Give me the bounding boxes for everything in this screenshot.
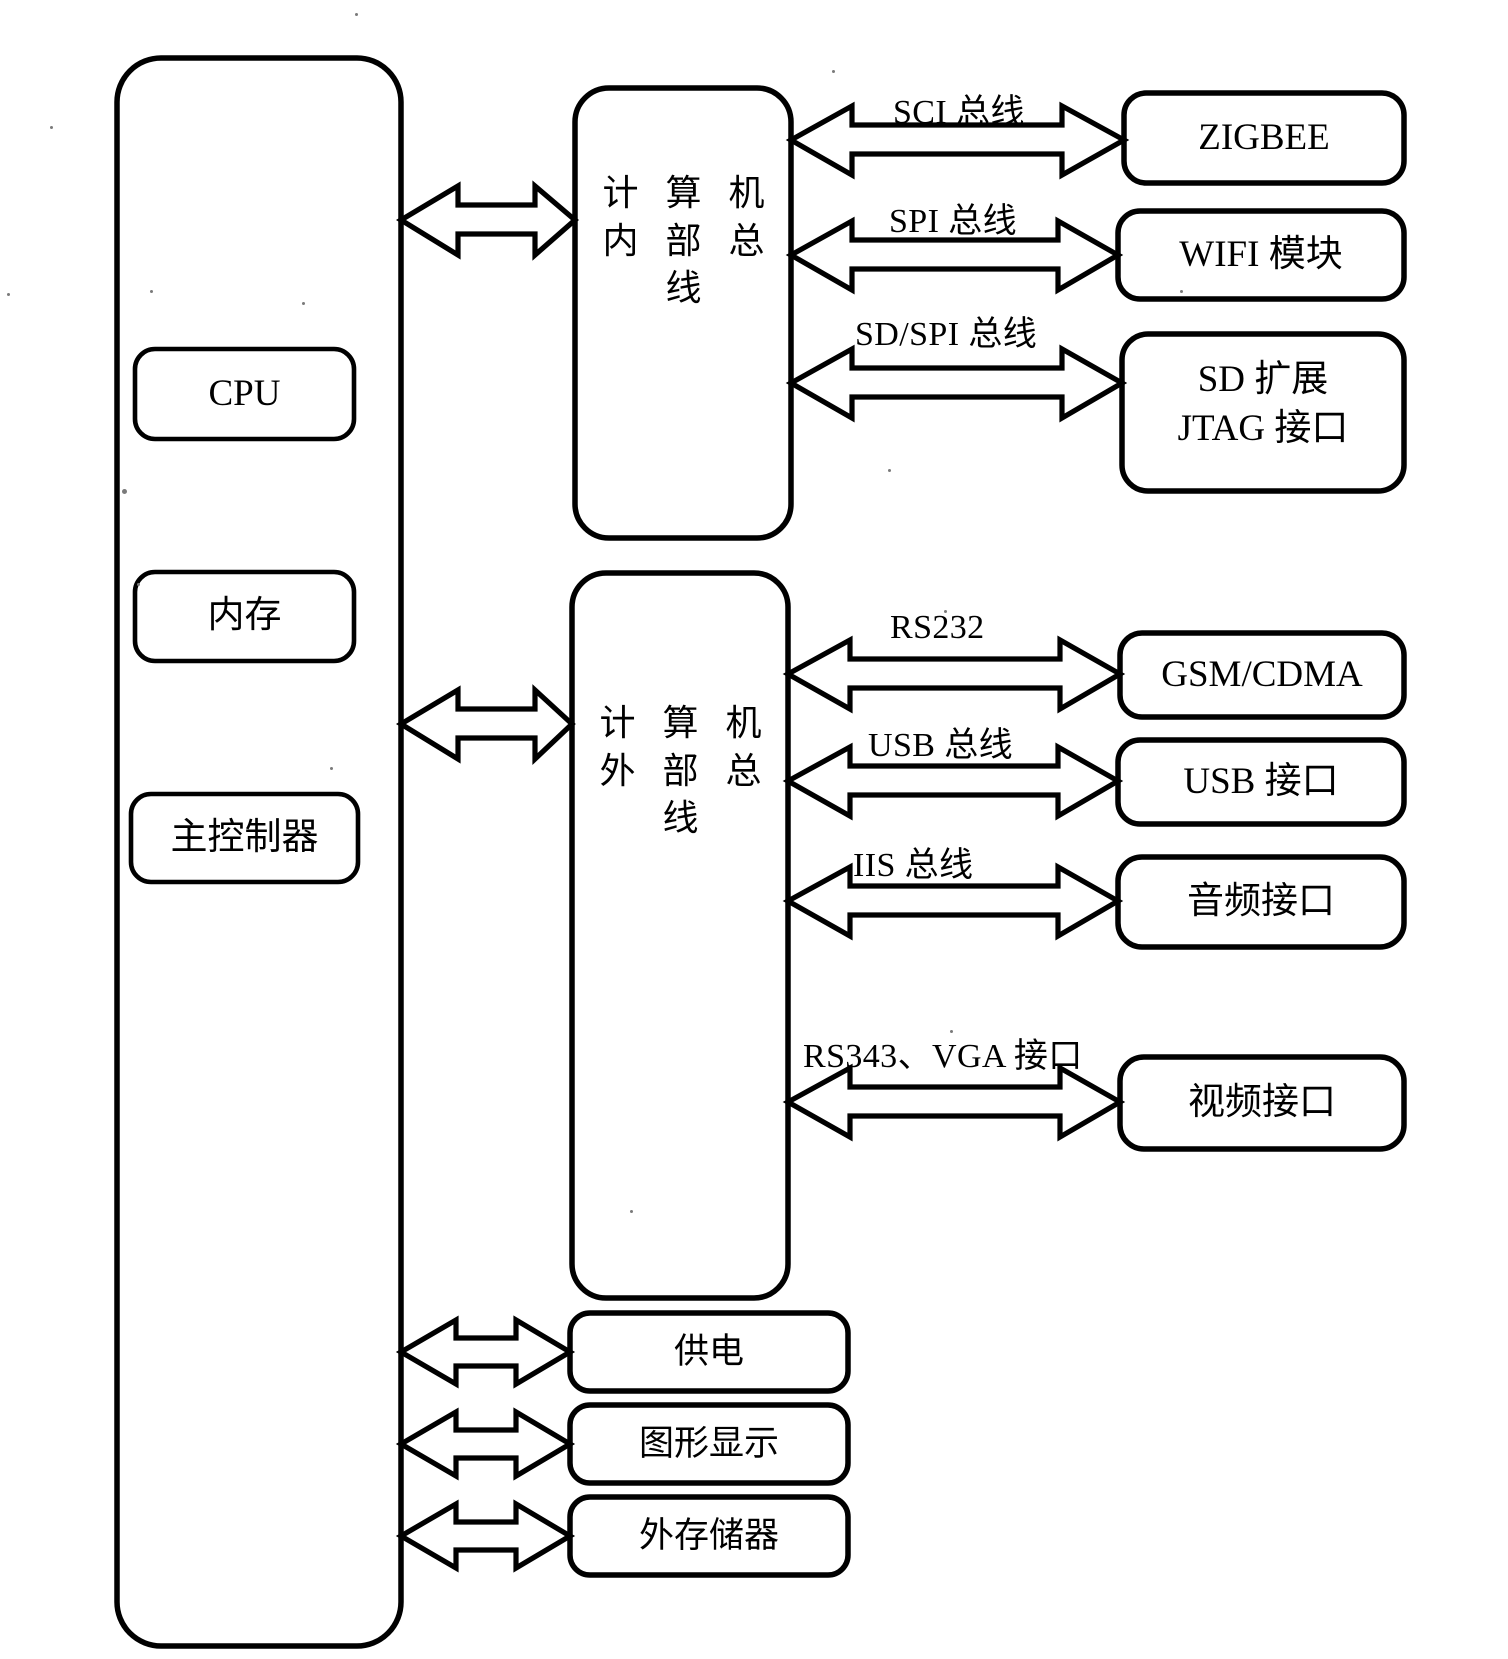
iis-bus-label: IIS 总线 [853,847,974,884]
diagram-canvas: .bx { fill:#ffffff; stroke:#000000; stro… [0,0,1508,1659]
scan-speck [7,293,10,296]
power-supply-label: 供电 [673,1331,744,1371]
scan-speck [888,469,891,472]
zigbee-label-wrap: ZIGBEE [1124,93,1404,183]
arrow-rs232-bus [782,635,1126,714]
vga-bus-label: RS343、VGA 接口 [803,1038,1083,1075]
scan-speck [302,302,305,305]
usb-port-label-wrap: USB 接口 [1118,740,1404,824]
arrow-main-to-internal-bus [395,180,579,261]
arrow-graphic-display [395,1407,576,1481]
power-supply-label-wrap: 供电 [570,1313,848,1391]
cpu-box-label-wrap: CPU [135,349,354,439]
scan-speck [50,126,53,129]
external-bus-line-3: 线 [662,798,708,839]
internal-bus-line-1: 计 算 机 [602,173,774,213]
arrow-sdspi-bus [785,344,1128,423]
arrow-vga-bus [782,1063,1126,1142]
external-bus-line-1: 计 算 机 [599,703,771,743]
rs232-bus-label: RS232 [890,609,985,646]
main-controller-box-label-wrap: 主控制器 [131,794,358,882]
scan-speck [355,13,358,16]
memory-box-label-wrap: 内存 [135,572,354,661]
sd-jtag-label-line-2: JTAG 接口 [1177,407,1349,449]
scan-speck [832,70,835,73]
external-bus-box [569,570,791,1301]
sci-bus-label: SCI 总线 [893,94,1025,131]
video-label-wrap: 视频接口 [1120,1057,1404,1149]
wifi-label: WIFI 模块 [1179,233,1343,275]
spi-bus-label: SPI 总线 [889,203,1018,240]
external-bus-line-2: 外 部 总 [599,750,771,791]
cpu-label: CPU [208,372,281,414]
usb-bus-label: USB 总线 [868,727,1014,764]
gsm-cdma-label: GSM/CDMA [1161,653,1363,695]
arrow-power-supply [395,1315,576,1389]
scan-speck [150,290,153,293]
sd-jtag-label-line-1: SD 扩展 [1197,359,1329,400]
external-storage-label: 外存储器 [638,1515,779,1555]
graphic-display-label-wrap: 图形显示 [570,1405,848,1483]
internal-bus-line-2: 内 部 总 [602,220,774,261]
zigbee-label: ZIGBEE [1198,116,1330,158]
audio-label: 音频接口 [1187,880,1335,922]
video-label: 视频接口 [1188,1081,1336,1123]
arrow-main-to-external-bus [395,684,576,766]
arrow-external-storage [395,1499,576,1573]
sdspi-bus-label: SD/SPI 总线 [855,316,1038,353]
wifi-label-wrap: WIFI 模块 [1118,211,1404,299]
external-storage-label-wrap: 外存储器 [570,1497,848,1575]
usb-port-label: USB 接口 [1183,760,1339,802]
main-controller-label: 主控制器 [170,816,319,858]
sd-jtag-label-wrap: SD 扩展 JTAG 接口 [1122,334,1404,491]
internal-bus-line-3: 线 [665,268,711,309]
external-bus-label-wrap: 计 算 机 外 部 总 线 [589,700,781,890]
graphic-display-label: 图形显示 [638,1423,779,1463]
scan-speck [122,489,127,494]
audio-label-wrap: 音频接口 [1118,857,1404,947]
scan-speck [630,1210,633,1213]
memory-label: 内存 [207,595,282,637]
internal-bus-label-wrap: 计 算 机 内 部 总 线 [592,170,784,360]
scan-speck [330,767,333,770]
gsm-cdma-label-wrap: GSM/CDMA [1120,633,1404,717]
